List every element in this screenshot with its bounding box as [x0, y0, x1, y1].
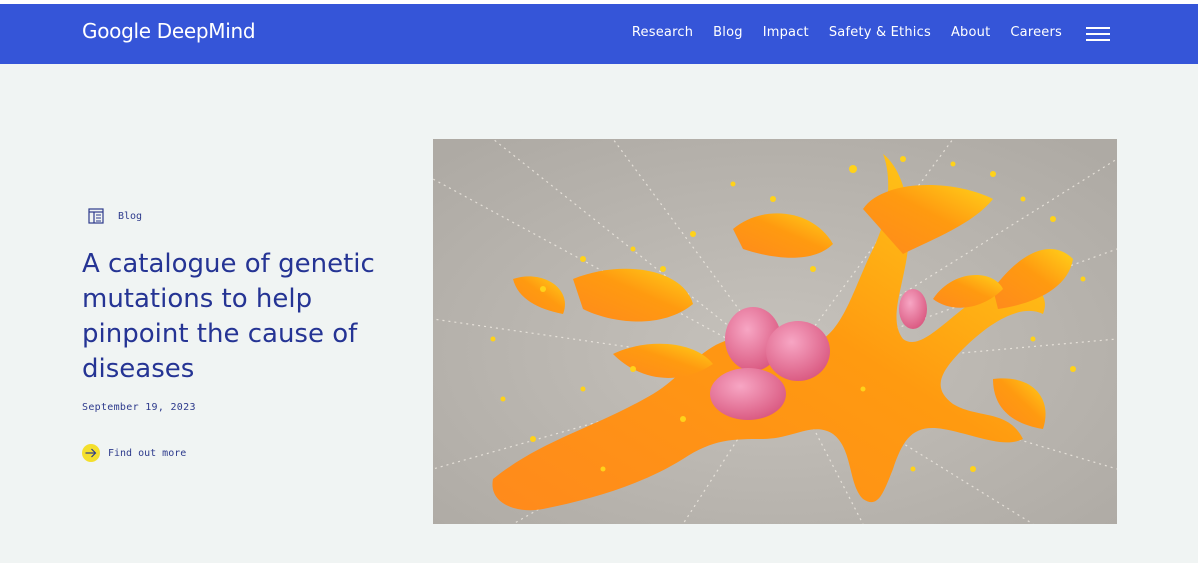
- arrow-right-icon: [82, 444, 100, 462]
- hamburger-menu-icon[interactable]: [1086, 26, 1110, 42]
- nav-item-safety-ethics[interactable]: Safety & Ethics: [829, 25, 931, 40]
- nav-item-careers[interactable]: Careers: [1010, 25, 1062, 40]
- nav-item-research[interactable]: Research: [632, 25, 693, 40]
- article-date: September 19, 2023: [82, 402, 196, 413]
- brand-logo[interactable]: Google DeepMind: [82, 19, 256, 43]
- article-category: Blog: [88, 208, 142, 224]
- nav-item-about[interactable]: About: [951, 25, 990, 40]
- main-content: Blog A catalogue of genetic mutations to…: [0, 64, 1200, 563]
- nav-item-impact[interactable]: Impact: [763, 25, 809, 40]
- cta-label: Find out more: [108, 447, 187, 459]
- main-nav: Research Blog Impact Safety & Ethics Abo…: [632, 25, 1062, 40]
- article-title: A catalogue of genetic mutations to help…: [82, 249, 375, 384]
- molecule-illustration: [433, 139, 1117, 524]
- category-label: Blog: [118, 210, 143, 222]
- hero-image[interactable]: [433, 139, 1117, 524]
- nav-item-blog[interactable]: Blog: [713, 25, 743, 40]
- site-header: Google DeepMind Research Blog Impact Saf…: [0, 4, 1200, 64]
- article-icon: [88, 208, 104, 224]
- find-out-more-link[interactable]: Find out more: [82, 444, 186, 462]
